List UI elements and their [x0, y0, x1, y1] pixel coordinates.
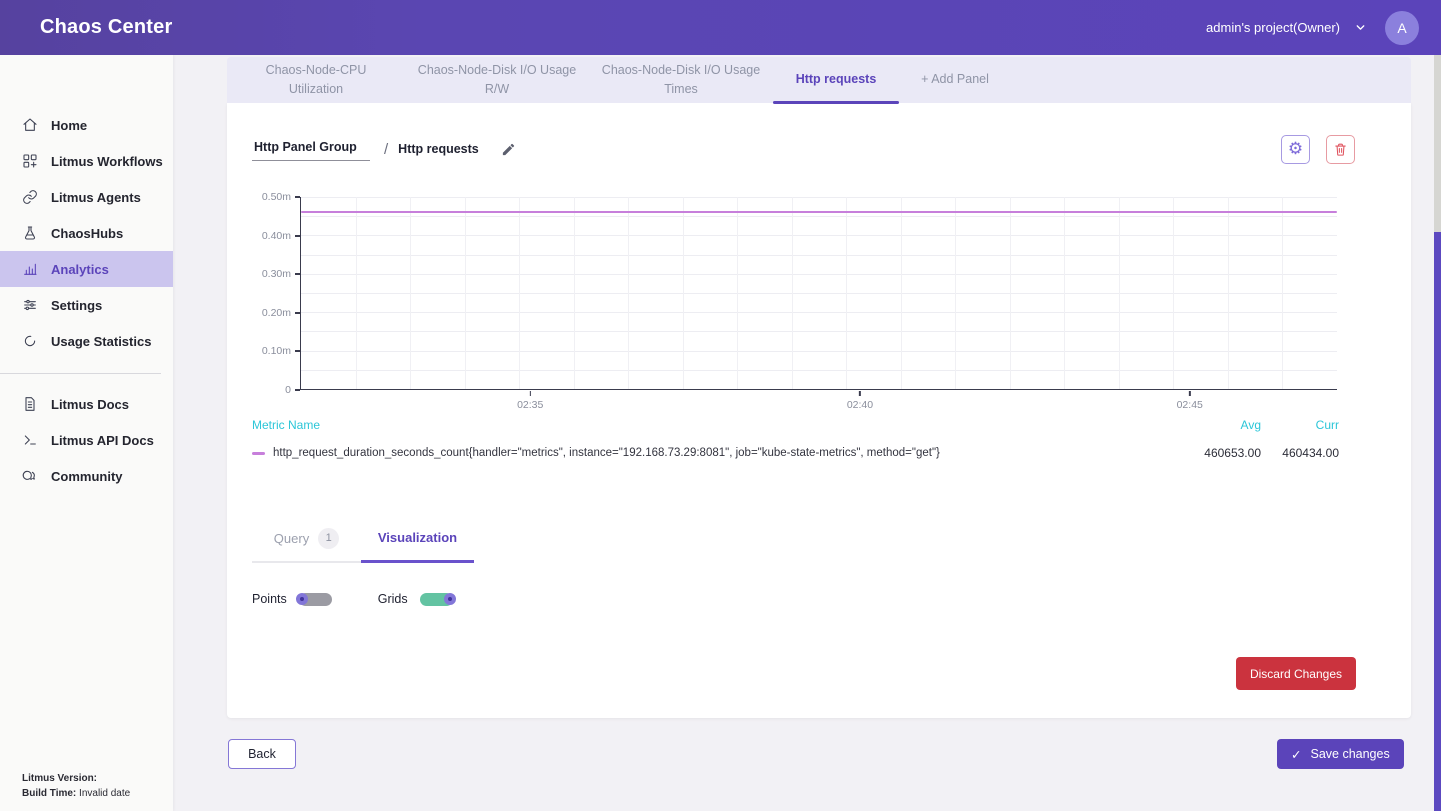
tab-query-label: Query: [274, 531, 309, 546]
grids-toggle-thumb: [444, 593, 456, 605]
series-avg-value: 460653.00: [1183, 446, 1261, 460]
gear-icon: ⚙: [1288, 139, 1303, 159]
chart-y-axis: 0.50m0.40m0.30m0.20m0.10m0: [252, 197, 300, 390]
series-curr-value: 460434.00: [1261, 446, 1339, 460]
points-toggle-thumb: [296, 593, 308, 605]
edit-panel-name-button[interactable]: [501, 142, 516, 157]
legend-series-row[interactable]: http_request_duration_seconds_count{hand…: [252, 447, 1183, 459]
agents-icon: [22, 189, 38, 205]
back-button[interactable]: Back: [228, 739, 296, 769]
save-changes-button[interactable]: ✓ Save changes: [1277, 739, 1404, 769]
legend-curr-header: Curr: [1261, 418, 1339, 446]
sidebar-item-litmus-api-docs[interactable]: Litmus API Docs: [0, 422, 173, 458]
build-time-label: Build Time:: [22, 788, 76, 799]
check-icon: ✓: [1291, 747, 1301, 762]
tab-query[interactable]: Query 1: [252, 515, 361, 563]
usage-statistics-icon: [22, 333, 38, 349]
community-icon: [22, 468, 38, 484]
panel-group-name-input[interactable]: [252, 137, 370, 161]
app-root: Chaos Center admin's project(Owner) A Ho…: [0, 0, 1441, 811]
tab-http-requests[interactable]: Http requests: [773, 57, 899, 103]
tab-visualization-label: Visualization: [378, 530, 457, 545]
legend-avg-header: Avg: [1183, 418, 1261, 446]
grids-toggle-field: Grids: [378, 592, 453, 606]
sidebar-item-label: Litmus Workflows: [51, 154, 163, 169]
sidebar-item-label: Settings: [51, 298, 102, 313]
build-time-value: Invalid date: [79, 788, 130, 799]
sidebar-item-label: Usage Statistics: [51, 334, 151, 349]
trash-icon: [1333, 142, 1348, 157]
sidebar-item-usage-statistics[interactable]: Usage Statistics: [0, 323, 173, 359]
sidebar-item-chaoshubs[interactable]: ChaosHubs: [0, 215, 173, 251]
sidebar-item-litmus-workflows[interactable]: Litmus Workflows: [0, 143, 173, 179]
sidebar-item-litmus-docs[interactable]: Litmus Docs: [0, 386, 173, 422]
points-toggle[interactable]: [299, 593, 332, 606]
series-name: http_request_duration_seconds_count{hand…: [273, 447, 940, 459]
sidebar-footer: Litmus Version: Build Time: Invalid date: [22, 772, 130, 801]
discard-changes-button[interactable]: Discard Changes: [1236, 657, 1356, 690]
document-icon: [22, 396, 38, 412]
sidebar-item-label: Home: [51, 118, 87, 133]
terminal-icon: [22, 432, 38, 448]
settings-icon: [22, 297, 38, 313]
chart-x-axis: 02:3502:4002:45: [300, 391, 1337, 413]
chaoshubs-icon: [22, 225, 38, 241]
analytics-icon: [22, 261, 38, 277]
workflows-icon: [22, 153, 38, 169]
grids-label: Grids: [378, 592, 408, 606]
sidebar-item-label: Litmus Agents: [51, 190, 141, 205]
sidebar-divider: [0, 373, 161, 374]
project-selector-label: admin's project(Owner): [1206, 20, 1340, 35]
tab-visualization[interactable]: Visualization: [361, 515, 474, 563]
sidebar-item-community[interactable]: Community: [0, 458, 173, 494]
sidebar-item-home[interactable]: Home: [0, 107, 173, 143]
sidebar-item-label: ChaosHubs: [51, 226, 123, 241]
panel-tabstrip: Chaos-Node-CPU Utilization Chaos-Node-Di…: [227, 57, 1411, 103]
sidebar-item-analytics[interactable]: Analytics: [0, 251, 173, 287]
legend-grid: Metric Name Avg Curr http_request_durati…: [252, 418, 1339, 460]
breadcrumb-separator: /: [384, 141, 388, 158]
panel-name-label: Http requests: [398, 142, 479, 156]
add-panel-button[interactable]: + Add Panel: [899, 57, 1011, 103]
chart-legend: Metric Name Avg Curr http_request_durati…: [252, 418, 1339, 460]
panel-header-row: / Http requests ⚙: [252, 133, 1355, 165]
panel-settings-button[interactable]: ⚙: [1281, 135, 1310, 164]
editor-tabs: Query 1 Visualization: [252, 515, 474, 563]
sidebar-item-label: Analytics: [51, 262, 109, 277]
panel-header-actions: ⚙: [1281, 135, 1355, 164]
legend-metric-header: Metric Name: [252, 418, 1183, 446]
sidebar-item-label: Community: [51, 469, 123, 484]
chevron-down-icon: [1354, 21, 1367, 34]
vertical-scrollbar[interactable]: [1434, 55, 1441, 811]
visualization-toggles: Points Grids: [252, 592, 453, 606]
app-header: Chaos Center admin's project(Owner) A: [0, 0, 1441, 55]
pencil-icon: [501, 142, 516, 157]
tab-chaos-node-cpu-utilization[interactable]: Chaos-Node-CPU Utilization: [227, 57, 405, 103]
app-title: Chaos Center: [40, 16, 172, 39]
project-selector[interactable]: admin's project(Owner): [1206, 20, 1367, 35]
litmus-version-label: Litmus Version:: [22, 773, 97, 784]
grids-toggle[interactable]: [420, 593, 453, 606]
sidebar-item-label: Litmus Docs: [51, 397, 129, 412]
scrollbar-thumb[interactable]: [1434, 232, 1441, 811]
save-changes-label: Save changes: [1310, 747, 1389, 761]
home-icon: [22, 117, 38, 133]
sidebar-item-litmus-agents[interactable]: Litmus Agents: [0, 179, 173, 215]
header-right: admin's project(Owner) A: [1206, 11, 1419, 45]
query-count-badge: 1: [318, 528, 339, 549]
tab-chaos-node-disk-io-usage-times[interactable]: Chaos-Node-Disk I/O Usage Times: [589, 57, 773, 103]
points-toggle-field: Points: [252, 592, 332, 606]
points-label: Points: [252, 592, 287, 606]
sidebar-item-settings[interactable]: Settings: [0, 287, 173, 323]
tab-chaos-node-disk-io-usage-rw[interactable]: Chaos-Node-Disk I/O Usage R/W: [405, 57, 589, 103]
sidebar: Home Litmus Workflows Litmus Agents Chao…: [0, 55, 173, 811]
delete-panel-button[interactable]: [1326, 135, 1355, 164]
chart-plot: [300, 197, 1337, 390]
avatar[interactable]: A: [1385, 11, 1419, 45]
panel-editor-card: / Http requests ⚙ 0.50m0.40m0.30m0.20m0.…: [227, 103, 1411, 718]
series-color-dash: [252, 452, 265, 455]
sidebar-item-label: Litmus API Docs: [51, 433, 154, 448]
